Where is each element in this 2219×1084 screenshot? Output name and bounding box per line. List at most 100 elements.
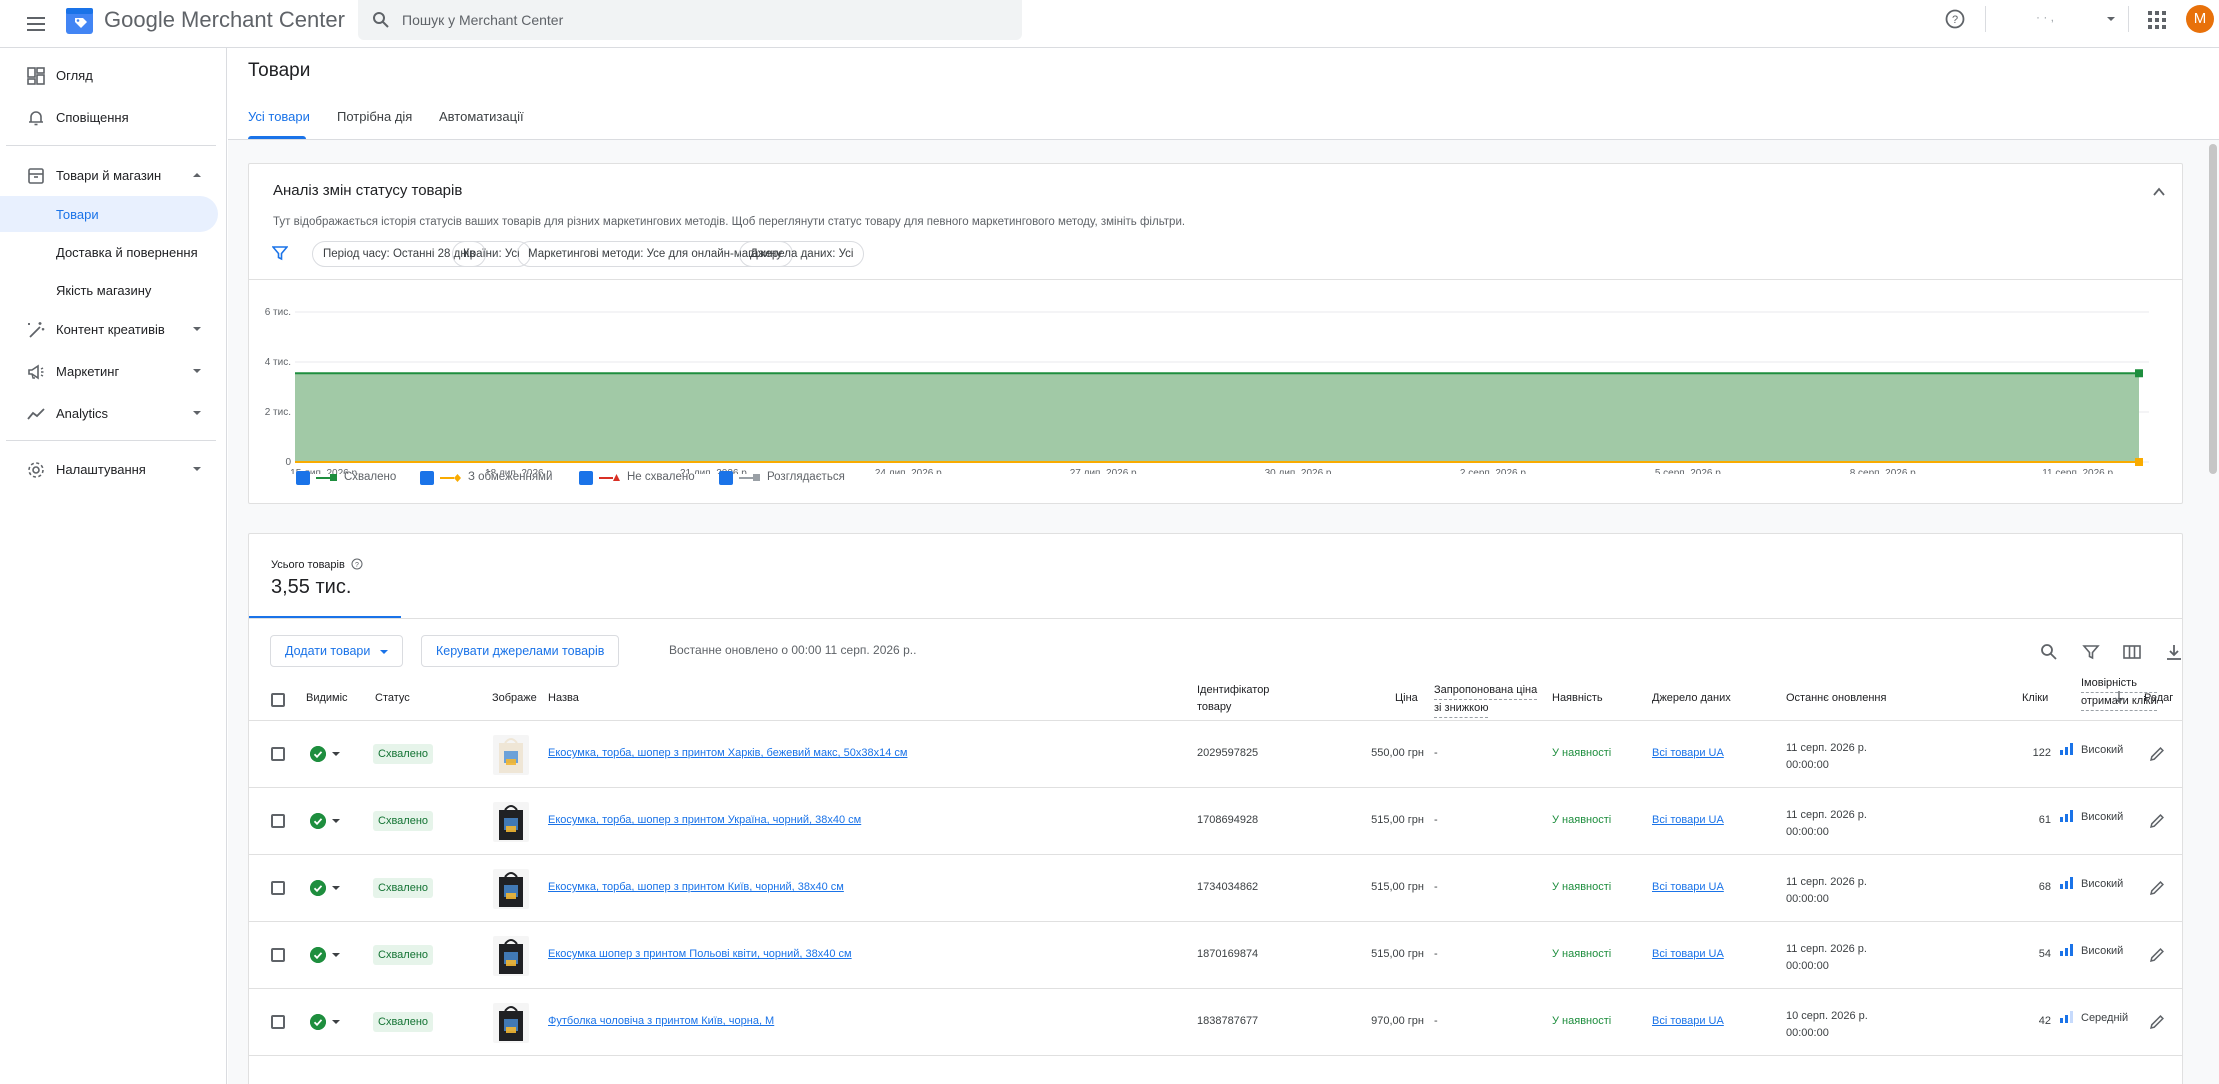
data-source-link[interactable]: Всі товари UA — [1652, 747, 1724, 759]
sidebar-item-overview[interactable]: Огляд — [0, 57, 218, 93]
legend-item-approved[interactable]: Схвалено — [296, 469, 406, 487]
edit-pencil-icon[interactable] — [2148, 946, 2166, 964]
table-row[interactable]: Схвалено Екосумка, торба, шопер з принтом… — [249, 788, 2182, 855]
select-all-checkbox[interactable] — [271, 693, 285, 707]
sidebar-item-creative-content[interactable]: Контент креативів — [0, 311, 218, 347]
sidebar-item-shipping-returns[interactable]: Доставка й повернення — [0, 234, 218, 270]
row-checkbox[interactable] — [271, 747, 285, 761]
checkbox-checked-icon[interactable] — [420, 471, 434, 485]
account-selector[interactable]: · · , — [2036, 10, 2054, 24]
chevron-down-icon[interactable] — [332, 886, 340, 890]
table-row[interactable]: Схвалено Екосумка, торба, шопер з принтом… — [249, 721, 2182, 788]
visibility-check-icon[interactable] — [310, 813, 326, 829]
edit-pencil-icon[interactable] — [2148, 1013, 2166, 1031]
filter-icon[interactable] — [2081, 642, 2101, 662]
product-name-link[interactable]: Екосумка шопер з принтом Польові квіти, … — [548, 948, 852, 960]
sidebar-item-store-quality[interactable]: Якість магазину — [0, 272, 218, 308]
help-icon[interactable]: ? — [351, 558, 363, 570]
column-header-last-update[interactable]: Останнє оновлення — [1786, 690, 1886, 707]
filter-chip-data-sources[interactable]: Джерела даних: Усі — [739, 241, 865, 267]
update-time: 00:00:00 — [1786, 893, 1829, 905]
table-row[interactable]: Схвалено Екосумка, торба, шопер з принтом… — [249, 855, 2182, 922]
y-tick-label: 6 тис. — [265, 307, 291, 318]
column-header-edit[interactable]: Редаг — [2144, 690, 2173, 707]
manage-sources-button[interactable]: Керувати джерелами товарів — [421, 635, 620, 667]
checkbox-checked-icon[interactable] — [719, 471, 733, 485]
chevron-down-icon[interactable] — [2107, 17, 2115, 21]
column-header-sale-price[interactable]: Запропонована ціна зі знижкою — [1434, 682, 1538, 718]
column-header-price[interactable]: Ціна — [1395, 690, 1418, 707]
row-checkbox[interactable] — [271, 948, 285, 962]
sidebar-item-notifications[interactable]: Сповіщення — [0, 99, 218, 135]
row-checkbox[interactable] — [271, 814, 285, 828]
signal-bars-icon — [2060, 810, 2073, 822]
sidebar-item-settings[interactable]: Налаштування — [0, 451, 218, 487]
edit-pencil-icon[interactable] — [2148, 812, 2166, 830]
visibility-check-icon[interactable] — [310, 1014, 326, 1030]
column-header-product-id[interactable]: Ідентифікатор товару — [1197, 682, 1269, 716]
row-checkbox[interactable] — [271, 1015, 285, 1029]
scrollbar[interactable] — [2209, 144, 2217, 474]
filter-icon[interactable] — [272, 245, 288, 261]
data-source-link[interactable]: Всі товари UA — [1652, 1015, 1724, 1027]
sidebar-item-products[interactable]: Товари — [0, 196, 218, 232]
help-icon[interactable]: ? — [1944, 8, 1966, 30]
legend-item-pending[interactable]: Розглядається — [719, 469, 859, 487]
tab-all-products[interactable]: Усі товари — [248, 109, 310, 124]
column-header-visibility[interactable]: Видиміс — [306, 690, 348, 707]
product-name-link[interactable]: Екосумка, торба, шопер з принтом Київ, ч… — [548, 881, 844, 893]
product-name-link[interactable]: Екосумка, торба, шопер з принтом Харків,… — [548, 747, 907, 759]
chevron-down-icon[interactable] — [332, 953, 340, 957]
sidebar-item-marketing[interactable]: Маркетинг — [0, 353, 218, 389]
legend-swatch-icon — [599, 474, 620, 481]
data-source-link[interactable]: Всі товари UA — [1652, 948, 1724, 960]
chevron-down-icon[interactable] — [332, 1020, 340, 1024]
header-line: товару — [1197, 701, 1232, 713]
legend-label: Розглядається — [767, 471, 845, 483]
chevron-up-icon[interactable] — [2153, 186, 2165, 198]
row-checkbox[interactable] — [271, 881, 285, 895]
visibility-check-icon[interactable] — [310, 947, 326, 963]
checkbox-checked-icon[interactable] — [579, 471, 593, 485]
search-input[interactable] — [402, 8, 1002, 32]
table-row[interactable]: Схвалено Екосумка шопер з принтом Польові… — [249, 922, 2182, 989]
sale-price: - — [1434, 881, 1438, 893]
visibility-check-icon[interactable] — [310, 746, 326, 762]
data-source-link[interactable]: Всі товари UA — [1652, 814, 1724, 826]
visibility-check-icon[interactable] — [310, 880, 326, 896]
download-icon[interactable] — [2164, 642, 2184, 662]
tab-automations[interactable]: Автоматизації — [439, 109, 524, 124]
sidebar-item-products-store[interactable]: Товари й магазин — [0, 157, 218, 193]
column-header-name[interactable]: Назва — [548, 690, 579, 707]
chevron-down-icon[interactable] — [332, 819, 340, 823]
search-icon[interactable] — [2039, 642, 2059, 662]
column-header-data-source[interactable]: Джерело даних — [1652, 690, 1731, 707]
apps-grid-icon[interactable] — [2148, 11, 2166, 29]
edit-pencil-icon[interactable] — [2148, 879, 2166, 897]
product-name-link[interactable]: Футболка чоловіча з принтом Київ, чорна,… — [548, 1015, 774, 1027]
chevron-down-icon — [380, 649, 389, 654]
avatar[interactable]: M — [2186, 5, 2214, 33]
columns-icon[interactable] — [2122, 642, 2142, 662]
column-header-status[interactable]: Статус — [375, 690, 410, 707]
column-header-image[interactable]: Зображе — [492, 690, 537, 707]
checkbox-checked-icon[interactable] — [296, 471, 310, 485]
legend-item-limited[interactable]: З обмеженнями — [420, 469, 560, 487]
signal-bars-icon — [2060, 944, 2073, 956]
merchant-center-logo[interactable] — [66, 6, 93, 36]
search-box[interactable] — [358, 0, 1022, 40]
sort-arrow-down-icon[interactable] — [2113, 690, 2125, 704]
product-name-link[interactable]: Екосумка, торба, шопер з принтом Україна… — [548, 814, 861, 826]
data-source-link[interactable]: Всі товари UA — [1652, 881, 1724, 893]
legend-item-disapproved[interactable]: Не схвалено — [579, 469, 709, 487]
add-products-button[interactable]: Додати товари — [270, 635, 404, 667]
chevron-down-icon[interactable] — [332, 752, 340, 756]
product-thumbnail — [493, 869, 529, 909]
tab-action-needed[interactable]: Потрібна дія — [337, 109, 412, 124]
column-header-clicks[interactable]: Кліки — [2022, 690, 2048, 707]
column-header-availability[interactable]: Наявність — [1552, 690, 1603, 707]
edit-pencil-icon[interactable] — [2148, 745, 2166, 763]
menu-icon[interactable] — [22, 10, 50, 38]
table-row[interactable]: Схвалено Футболка чоловіча з принтом Київ… — [249, 989, 2182, 1056]
sidebar-item-analytics[interactable]: Analytics — [0, 395, 218, 431]
